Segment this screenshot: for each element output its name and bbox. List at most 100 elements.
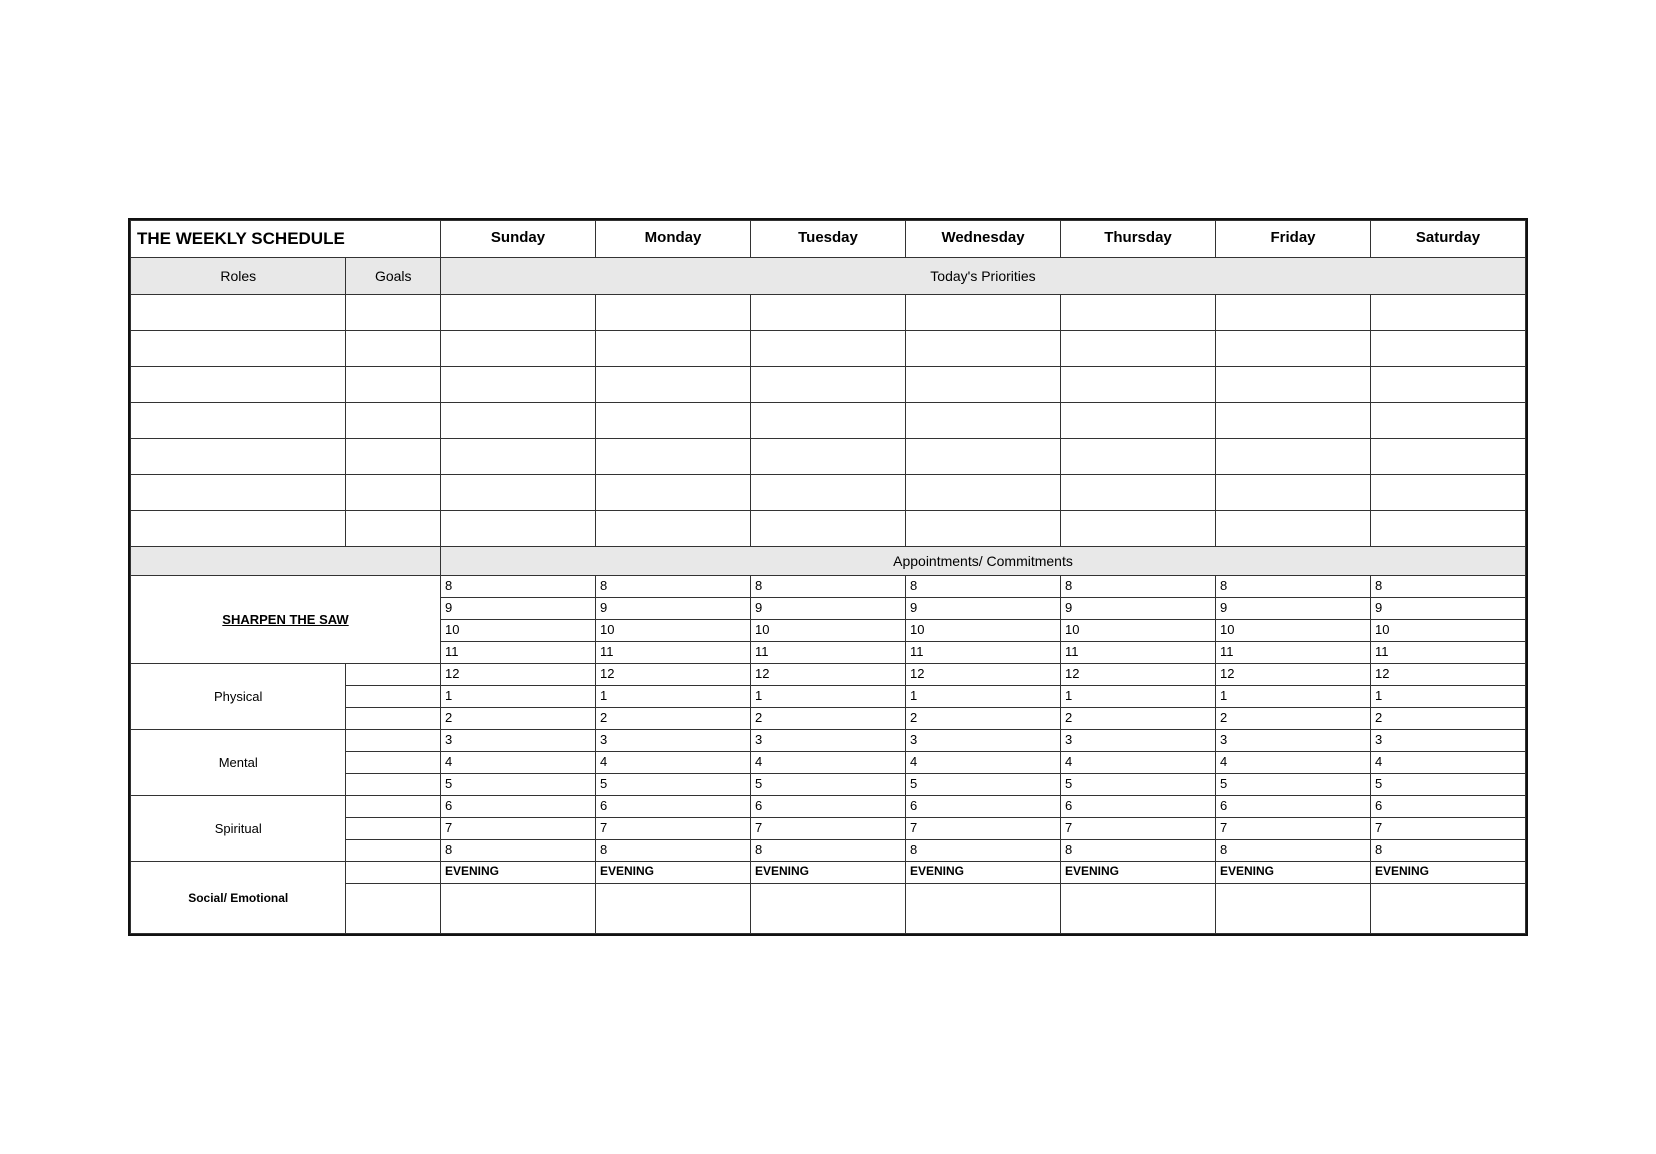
thu-priority-6[interactable] [1061, 475, 1216, 511]
fri-time-11[interactable]: 11 [1216, 642, 1371, 664]
thu-priority-1[interactable] [1061, 295, 1216, 331]
fri-time-5[interactable]: 5 [1216, 774, 1371, 796]
mon-time-2[interactable]: 2 [596, 708, 751, 730]
sun-time-4[interactable]: 4 [441, 752, 596, 774]
fri-time-8b[interactable]: 8 [1216, 840, 1371, 862]
wed-time-11[interactable]: 11 [906, 642, 1061, 664]
wed-evening[interactable]: EVENING [906, 862, 1061, 884]
thu-time-1[interactable]: 1 [1061, 686, 1216, 708]
sat-evening-content[interactable] [1371, 884, 1526, 934]
fri-time-3[interactable]: 3 [1216, 730, 1371, 752]
mon-time-3[interactable]: 3 [596, 730, 751, 752]
fri-time-9[interactable]: 9 [1216, 598, 1371, 620]
mental-goal-1[interactable] [346, 730, 441, 752]
mental-goal-2[interactable] [346, 752, 441, 774]
physical-goal[interactable] [346, 664, 441, 686]
spiritual-goal-2[interactable] [346, 818, 441, 840]
goal-7[interactable] [346, 511, 441, 547]
sun-time-9[interactable]: 9 [441, 598, 596, 620]
mon-priority-1[interactable] [596, 295, 751, 331]
tue-evening-content[interactable] [751, 884, 906, 934]
mon-time-4[interactable]: 4 [596, 752, 751, 774]
sat-priority-6[interactable] [1371, 475, 1526, 511]
sat-time-2[interactable]: 2 [1371, 708, 1526, 730]
sat-time-7[interactable]: 7 [1371, 818, 1526, 840]
wed-priority-6[interactable] [906, 475, 1061, 511]
sat-evening[interactable]: EVENING [1371, 862, 1526, 884]
fri-time-6[interactable]: 6 [1216, 796, 1371, 818]
tue-time-7[interactable]: 7 [751, 818, 906, 840]
tue-time-4[interactable]: 4 [751, 752, 906, 774]
fri-evening-content[interactable] [1216, 884, 1371, 934]
mon-time-11[interactable]: 11 [596, 642, 751, 664]
goal-3[interactable] [346, 367, 441, 403]
wed-time-5[interactable]: 5 [906, 774, 1061, 796]
goal-6[interactable] [346, 475, 441, 511]
tue-time-5[interactable]: 5 [751, 774, 906, 796]
wed-time-10[interactable]: 10 [906, 620, 1061, 642]
tue-evening[interactable]: EVENING [751, 862, 906, 884]
mental-goal-3[interactable] [346, 774, 441, 796]
sun-evening-content[interactable] [441, 884, 596, 934]
physical-goal-3[interactable] [346, 708, 441, 730]
tue-time-6[interactable]: 6 [751, 796, 906, 818]
sat-priority-3[interactable] [1371, 367, 1526, 403]
mon-priority-2[interactable] [596, 331, 751, 367]
social-goal-1[interactable] [346, 862, 441, 884]
tue-time-1[interactable]: 1 [751, 686, 906, 708]
wed-priority-2[interactable] [906, 331, 1061, 367]
mon-time-6[interactable]: 6 [596, 796, 751, 818]
sat-time-9[interactable]: 9 [1371, 598, 1526, 620]
fri-time-1[interactable]: 1 [1216, 686, 1371, 708]
tue-time-3[interactable]: 3 [751, 730, 906, 752]
sat-priority-1[interactable] [1371, 295, 1526, 331]
mon-time-7[interactable]: 7 [596, 818, 751, 840]
sun-time-11[interactable]: 11 [441, 642, 596, 664]
sun-priority-7[interactable] [441, 511, 596, 547]
wed-time-9[interactable]: 9 [906, 598, 1061, 620]
tue-time-9[interactable]: 9 [751, 598, 906, 620]
sun-priority-6[interactable] [441, 475, 596, 511]
sun-time-2[interactable]: 2 [441, 708, 596, 730]
sun-priority-4[interactable] [441, 403, 596, 439]
thu-evening[interactable]: EVENING [1061, 862, 1216, 884]
mon-time-8[interactable]: 8 [596, 576, 751, 598]
tue-priority-5[interactable] [751, 439, 906, 475]
tue-time-12[interactable]: 12 [751, 664, 906, 686]
sat-priority-2[interactable] [1371, 331, 1526, 367]
thu-time-6[interactable]: 6 [1061, 796, 1216, 818]
fri-priority-7[interactable] [1216, 511, 1371, 547]
sat-priority-5[interactable] [1371, 439, 1526, 475]
tue-time-8b[interactable]: 8 [751, 840, 906, 862]
wed-time-2[interactable]: 2 [906, 708, 1061, 730]
thu-time-2[interactable]: 2 [1061, 708, 1216, 730]
fri-time-10[interactable]: 10 [1216, 620, 1371, 642]
fri-priority-4[interactable] [1216, 403, 1371, 439]
wed-time-6[interactable]: 6 [906, 796, 1061, 818]
thu-priority-3[interactable] [1061, 367, 1216, 403]
fri-priority-1[interactable] [1216, 295, 1371, 331]
wed-priority-1[interactable] [906, 295, 1061, 331]
fri-time-8[interactable]: 8 [1216, 576, 1371, 598]
goal-2[interactable] [346, 331, 441, 367]
wed-time-8[interactable]: 8 [906, 576, 1061, 598]
role-4[interactable] [131, 403, 346, 439]
sun-time-8b[interactable]: 8 [441, 840, 596, 862]
wed-time-7[interactable]: 7 [906, 818, 1061, 840]
fri-time-2[interactable]: 2 [1216, 708, 1371, 730]
mon-time-12[interactable]: 12 [596, 664, 751, 686]
role-3[interactable] [131, 367, 346, 403]
fri-time-7[interactable]: 7 [1216, 818, 1371, 840]
sun-priority-2[interactable] [441, 331, 596, 367]
fri-priority-2[interactable] [1216, 331, 1371, 367]
fri-evening[interactable]: EVENING [1216, 862, 1371, 884]
mon-evening-content[interactable] [596, 884, 751, 934]
fri-time-4[interactable]: 4 [1216, 752, 1371, 774]
mon-priority-4[interactable] [596, 403, 751, 439]
spiritual-goal-1[interactable] [346, 796, 441, 818]
wed-priority-4[interactable] [906, 403, 1061, 439]
sun-time-12[interactable]: 12 [441, 664, 596, 686]
tue-priority-7[interactable] [751, 511, 906, 547]
tue-time-11[interactable]: 11 [751, 642, 906, 664]
sun-time-8[interactable]: 8 [441, 576, 596, 598]
